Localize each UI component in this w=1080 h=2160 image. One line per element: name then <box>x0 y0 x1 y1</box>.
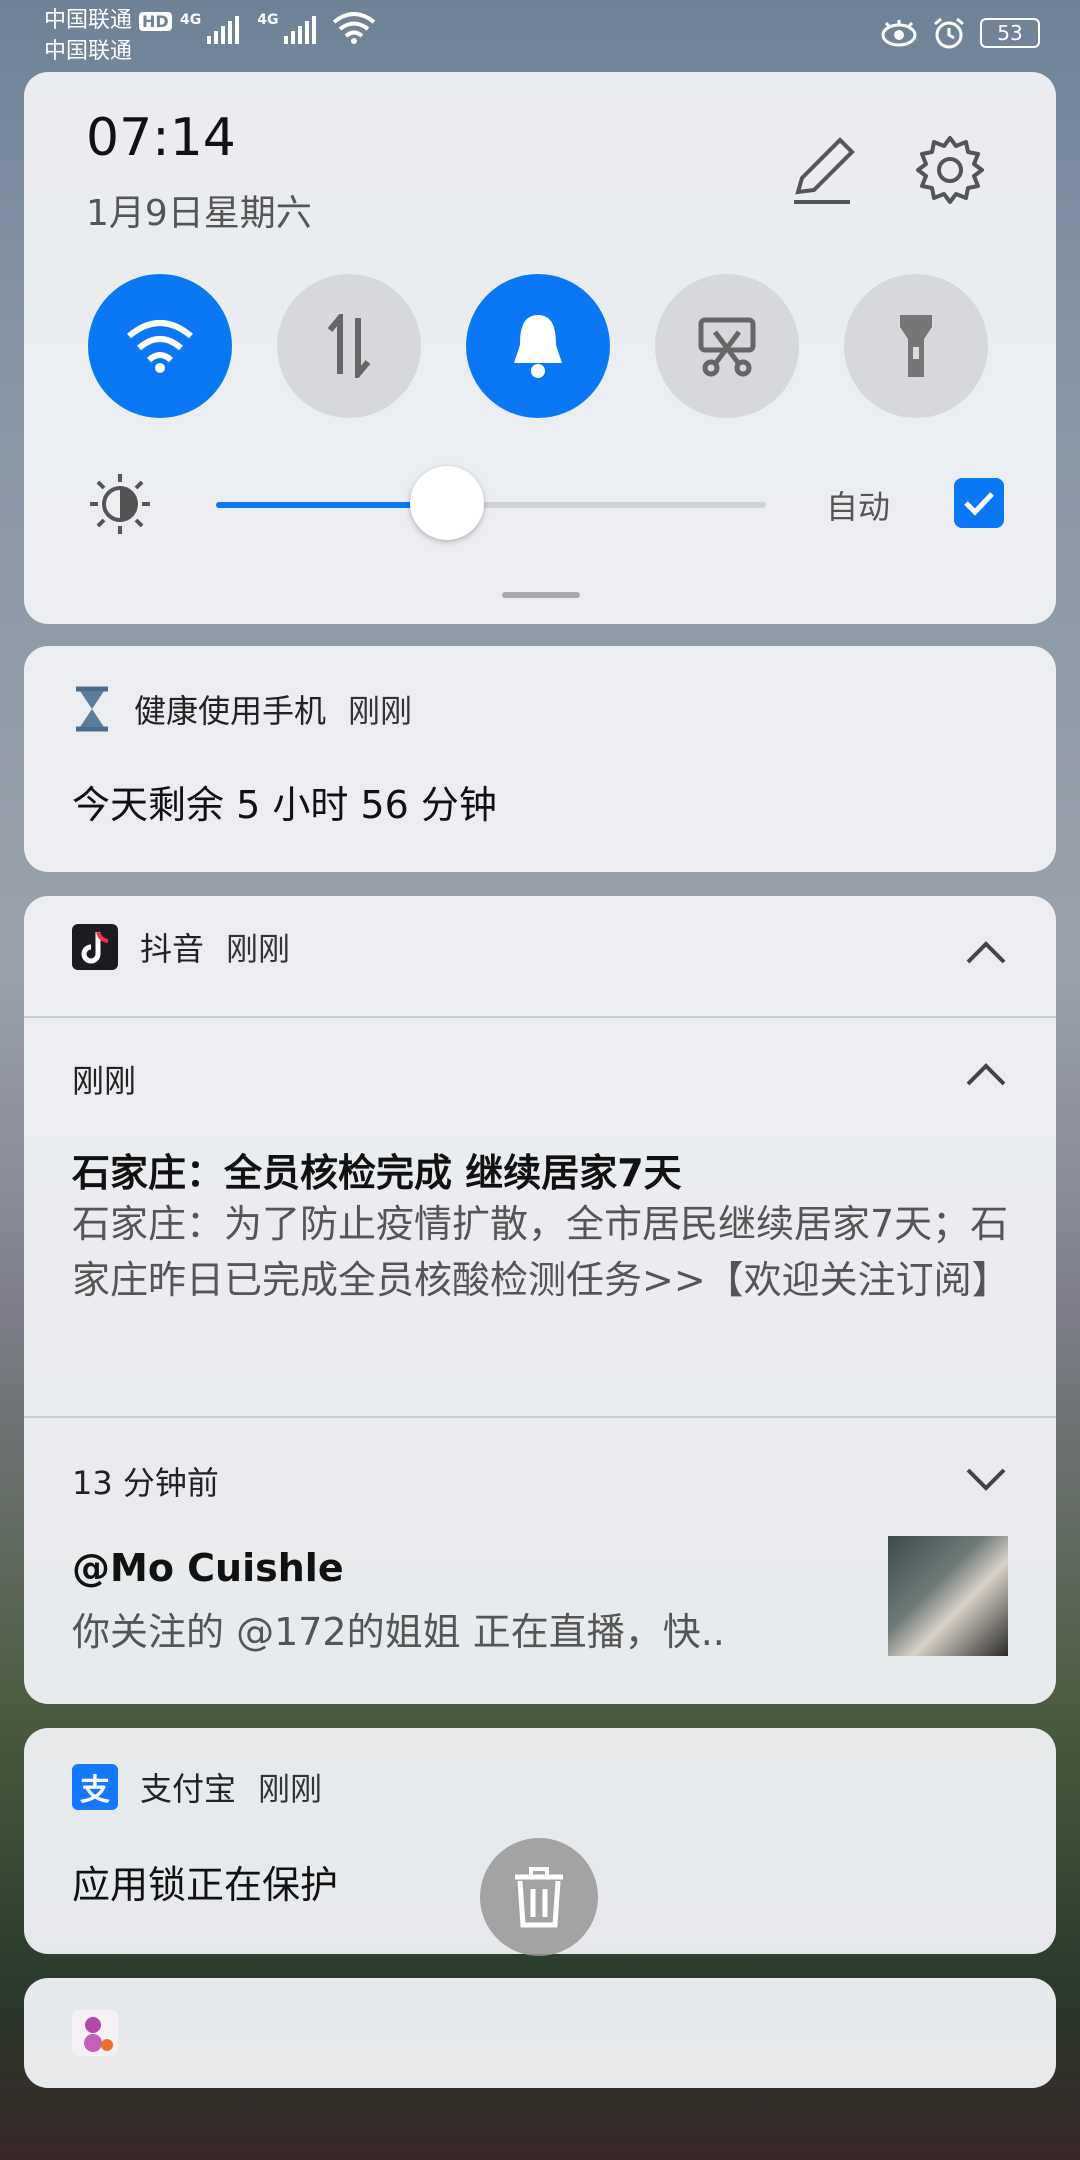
signal-2-icon <box>284 16 317 44</box>
brightness-thumb[interactable] <box>410 466 484 540</box>
hd-badge: HD <box>139 12 172 31</box>
trash-icon <box>515 1867 563 1928</box>
app-name: 抖音 <box>140 930 205 968</box>
gear-icon[interactable] <box>912 132 988 208</box>
clock: 07:14 <box>86 108 236 168</box>
carrier-info: 中国联通 HD 中国联通 <box>44 6 172 67</box>
notification-body: 应用锁正在保护 <box>72 1863 339 1907</box>
clear-all-button[interactable] <box>480 1838 598 1956</box>
message-time: 刚刚 <box>72 1062 137 1100</box>
notification-header: 支 支付宝 刚刚 <box>72 1764 322 1810</box>
message-time: 13 分钟前 <box>72 1464 219 1502</box>
battery-icon: 53 <box>980 18 1040 48</box>
brightness-slider[interactable] <box>216 502 766 508</box>
date: 1月9日星期六 <box>86 193 312 234</box>
app-icon <box>72 2010 118 2056</box>
status-right: 53 <box>880 16 1040 50</box>
mobile-data-toggle[interactable] <box>277 274 421 418</box>
notification-time: 刚刚 <box>348 692 413 730</box>
status-bar: 中国联通 HD 中国联通 4G 4G 53 <box>0 0 1080 70</box>
message-text: 石家庄：为了防止疫情扩散，全市居民继续居家7天；石家庄昨日已完成全员核酸检测任务… <box>72 1202 1010 1302</box>
sound-toggle[interactable] <box>466 274 610 418</box>
message-title: 石家庄：全员核检完成 继续居家7天 <box>72 1151 682 1195</box>
wifi-status-icon <box>333 12 376 44</box>
signal-icons: 4G 4G <box>180 12 376 44</box>
notification-health[interactable]: 健康使用手机 刚刚 今天剩余 5 小时 56 分钟 <box>24 646 1056 872</box>
notification-douyin[interactable]: 抖音 刚刚 刚刚 石家庄：全员核检完成 继续居家7天 石家庄：为了防止疫情扩散，… <box>24 896 1056 1704</box>
bell-icon <box>514 315 562 378</box>
douyin-icon <box>72 924 118 970</box>
hourglass-icon <box>76 686 108 732</box>
data-transfer-icon <box>327 314 371 378</box>
notification-header: 抖音 刚刚 <box>72 924 290 970</box>
signal-1-icon <box>207 16 240 44</box>
brightness-icon <box>90 474 150 534</box>
check-icon <box>964 492 994 516</box>
drag-handle[interactable] <box>502 592 580 598</box>
network-type-2: 4G <box>257 12 279 28</box>
message-title: @Mo Cuishle <box>72 1546 344 1590</box>
chevron-down-icon[interactable] <box>964 1456 1008 1500</box>
notification-header: 健康使用手机 刚刚 <box>72 686 412 732</box>
chevron-up-icon[interactable] <box>964 1052 1008 1096</box>
notification-time: 刚刚 <box>226 930 291 968</box>
app-name: 健康使用手机 <box>134 692 327 730</box>
wifi-icon <box>127 320 193 373</box>
flashlight-toggle[interactable] <box>844 274 988 418</box>
alipay-icon: 支 <box>72 1764 118 1810</box>
eye-comfort-icon <box>881 20 917 47</box>
auto-brightness-label: 自动 <box>826 488 891 526</box>
auto-brightness-checkbox[interactable] <box>954 478 1004 528</box>
message-thumbnail <box>888 1536 1008 1656</box>
wifi-toggle[interactable] <box>88 274 232 418</box>
message-text: 你关注的 @172的姐姐 正在直播，快.. <box>72 1610 725 1654</box>
screenshot-toggle[interactable] <box>655 274 799 418</box>
edit-icon[interactable] <box>784 132 860 208</box>
divider <box>24 1016 1056 1018</box>
carrier-1: 中国联通 <box>44 8 133 33</box>
carrier-2: 中国联通 <box>44 39 133 64</box>
screenshot-icon <box>698 317 756 377</box>
divider <box>24 1416 1056 1418</box>
notification-body: 今天剩余 5 小时 56 分钟 <box>72 783 497 827</box>
chevron-up-icon[interactable] <box>964 930 1008 974</box>
notification-app[interactable] <box>24 1978 1056 2088</box>
alarm-icon <box>934 17 964 49</box>
flashlight-icon <box>900 315 932 377</box>
app-name: 支付宝 <box>140 1770 237 1808</box>
network-type-1: 4G <box>180 12 202 28</box>
quick-settings-panel: 07:14 1月9日星期六 自动 <box>24 72 1056 624</box>
notification-time: 刚刚 <box>258 1770 323 1808</box>
